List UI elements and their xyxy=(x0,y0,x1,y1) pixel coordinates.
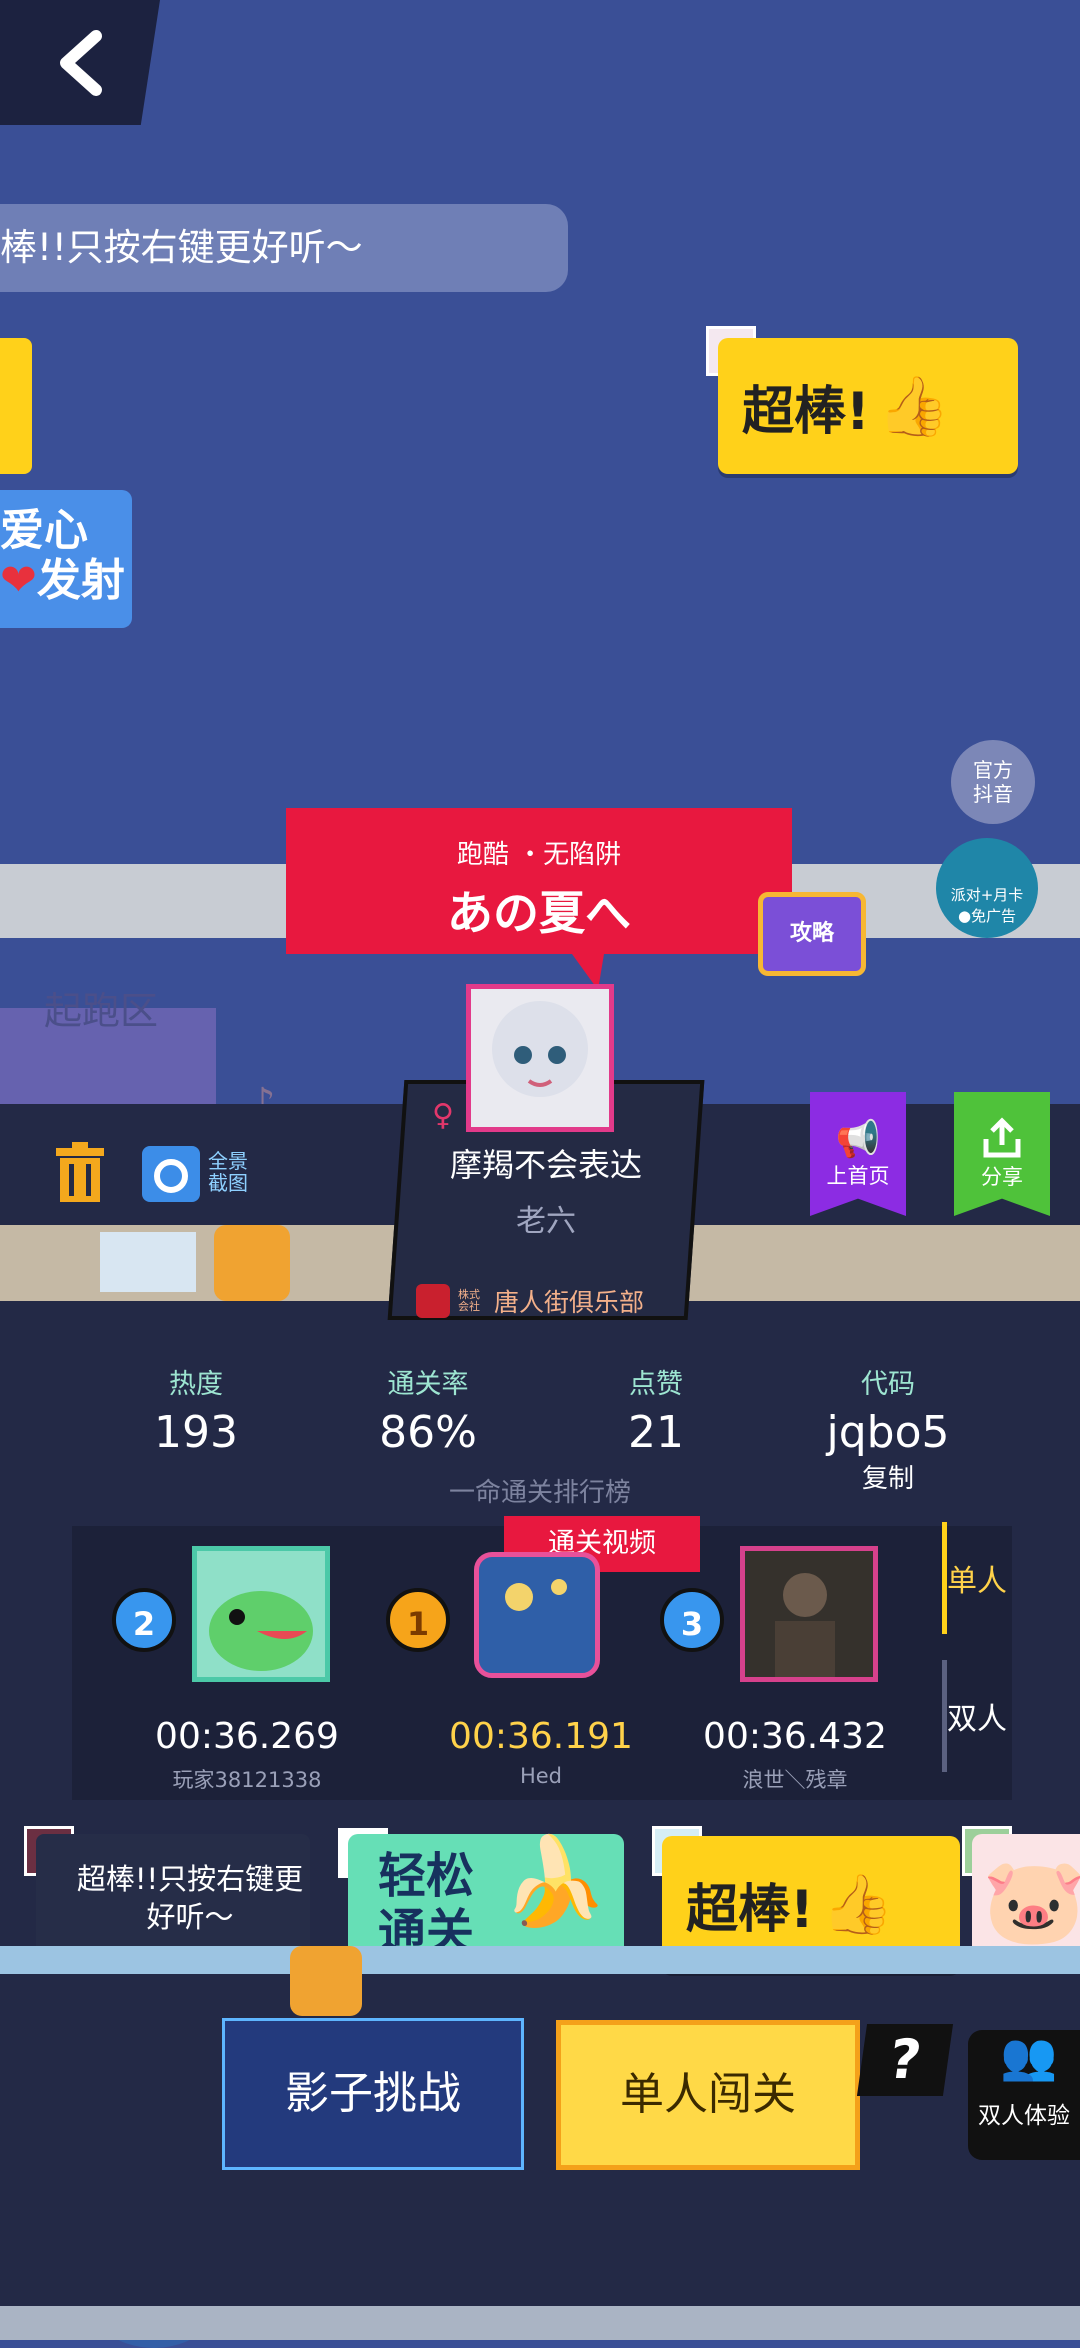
ice-floor xyxy=(0,2306,1080,2340)
club-name: 唐人街俱乐部 xyxy=(494,1288,645,1317)
player-avatar[interactable] xyxy=(474,1552,600,1678)
female-icon: ♀ xyxy=(432,1098,454,1133)
anime-girl-avatar-icon xyxy=(492,1001,588,1097)
arrow-block xyxy=(100,1232,196,1292)
level-title-bubble: 跑酷 ・无陷阱 あの夏へ xyxy=(286,808,792,990)
pumpkin-block xyxy=(214,1225,290,1301)
stat-label: 通关率 xyxy=(387,1369,469,1400)
dinosaur-avatar-icon xyxy=(209,1591,313,1671)
official-line2: 抖音 xyxy=(973,782,1013,806)
copy-code-button[interactable]: 复制 xyxy=(808,1458,968,1495)
thumbs-up-icon: 👍 xyxy=(877,371,950,440)
club-prefix: 株式会社 xyxy=(458,1288,480,1313)
banana-icon: 🍌 xyxy=(500,1832,608,1932)
thumbs-up-icon: 👍 xyxy=(821,1869,894,1938)
stat-label: 代码 xyxy=(861,1369,915,1400)
tv-label: 攻略 xyxy=(789,921,834,946)
help-button[interactable]: ? xyxy=(856,2024,954,2096)
author-nickname: 摩羯不会表达 xyxy=(449,1146,642,1184)
super-sticker: 超棒! 👍 xyxy=(718,338,1018,474)
player-time: 00:36.269 xyxy=(155,1716,339,1757)
level-subtitle: 跑酷 ・无陷阱 xyxy=(456,840,622,870)
rank-badge: 2 xyxy=(112,1588,176,1652)
love-sticker: 爱心 ❤发射 xyxy=(0,490,132,628)
player-time: 00:36.191 xyxy=(449,1716,633,1757)
megaphone-icon: 📢 xyxy=(835,1119,881,1160)
danmaku-text: 棒!!只按右键更好听～ xyxy=(0,226,363,269)
love-line2: 发射 xyxy=(36,555,125,606)
player-time: 00:36.432 xyxy=(703,1716,887,1757)
share-icon xyxy=(983,1117,1021,1158)
sticker-text: 超棒! xyxy=(742,381,870,442)
author-subname: 老六 xyxy=(516,1204,576,1239)
player-name: 玩家38121338 xyxy=(172,1768,322,1792)
back-button[interactable] xyxy=(0,0,160,125)
home-page-button[interactable]: 📢 上首页 xyxy=(810,1092,906,1216)
danmaku-text: 超棒!!只按右键更好听～ xyxy=(76,1862,304,1934)
stat-code[interactable]: 代码 jqbo5 复制 xyxy=(808,1362,968,1495)
stat-value: jqbo5 xyxy=(826,1407,950,1458)
stat-value: 21 xyxy=(628,1407,684,1458)
stat-likes: 点赞 21 xyxy=(576,1362,736,1458)
pumpkin-block xyxy=(290,1946,362,2016)
start-zone-label: 起跑区 xyxy=(44,989,159,1033)
guide-tv-button[interactable]: 攻略 xyxy=(758,892,866,976)
stat-label: 点赞 xyxy=(629,1369,683,1400)
sticker-text: 轻松 通关 xyxy=(378,1848,475,1960)
single-play-button[interactable]: 单人闯关 xyxy=(556,2020,860,2170)
player-avatar[interactable] xyxy=(740,1546,878,1682)
stat-value: 193 xyxy=(154,1407,238,1458)
pig-icon: 🐷 xyxy=(982,1852,1080,1950)
duo-label: 双人体验 xyxy=(978,2103,1070,2129)
full-screenshot-label[interactable]: 全景截图 xyxy=(208,1150,258,1194)
rank-badge: 3 xyxy=(660,1588,724,1652)
home-page-label: 上首页 xyxy=(826,1164,890,1188)
sticker-edge xyxy=(0,338,32,474)
player-name: Hed xyxy=(519,1764,563,1788)
camera-icon[interactable] xyxy=(142,1146,200,1202)
official-line1: 官方 xyxy=(973,758,1013,782)
lens-icon xyxy=(154,1159,188,1193)
share-button[interactable]: 分享 xyxy=(954,1092,1050,1216)
gift-sub: ●免广告 xyxy=(957,907,1017,925)
tab-double[interactable]: 双人 xyxy=(942,1660,1007,1772)
level-title: あの夏へ xyxy=(447,886,631,940)
two-players-icon: 👥 xyxy=(1000,2029,1058,2083)
player-name: 浪世＼残章 xyxy=(742,1768,848,1792)
shadow-challenge-button[interactable]: 影子挑战 xyxy=(222,2018,524,2170)
duo-experience-button[interactable]: 👥 双人体验 xyxy=(968,2030,1080,2160)
author-avatar[interactable] xyxy=(466,984,614,1132)
chevron-left-icon xyxy=(60,29,102,96)
gift-label: 派对+月卡 xyxy=(950,886,1024,904)
stat-heat: 热度 193 xyxy=(116,1362,276,1458)
danmaku-message: 超棒!!只按右键更好听～ xyxy=(36,1834,310,1962)
starry-night-avatar-icon xyxy=(505,1579,567,1611)
ice-ledge xyxy=(0,1946,1080,1974)
party-card-button[interactable]: 派对+月卡 ●免广告 xyxy=(936,838,1038,938)
official-douyin-button[interactable]: 官方 抖音 xyxy=(951,740,1035,824)
stat-value: 86% xyxy=(379,1407,477,1458)
heart-icon: ❤ xyxy=(0,555,37,606)
love-line1: 爱心 xyxy=(0,505,88,556)
share-label: 分享 xyxy=(981,1165,1023,1189)
club-label[interactable]: 株式会社 唐人街俱乐部 xyxy=(416,1276,646,1326)
sticker-text: 超棒! xyxy=(686,1879,814,1940)
trash-icon[interactable] xyxy=(52,1142,108,1204)
danmaku-message: 棒!!只按右键更好听～ xyxy=(0,204,568,292)
stat-clear-rate: 通关率 86% xyxy=(348,1362,508,1458)
club-trophy-icon xyxy=(416,1284,450,1318)
player-avatar[interactable] xyxy=(192,1546,330,1682)
tab-single[interactable]: 单人 xyxy=(942,1522,1007,1634)
rank-badge: 1 xyxy=(386,1588,450,1652)
leaderboard-title: 一命通关排行榜 xyxy=(448,1478,631,1508)
person-avatar-icon xyxy=(775,1573,835,1677)
stat-label: 热度 xyxy=(169,1369,223,1400)
